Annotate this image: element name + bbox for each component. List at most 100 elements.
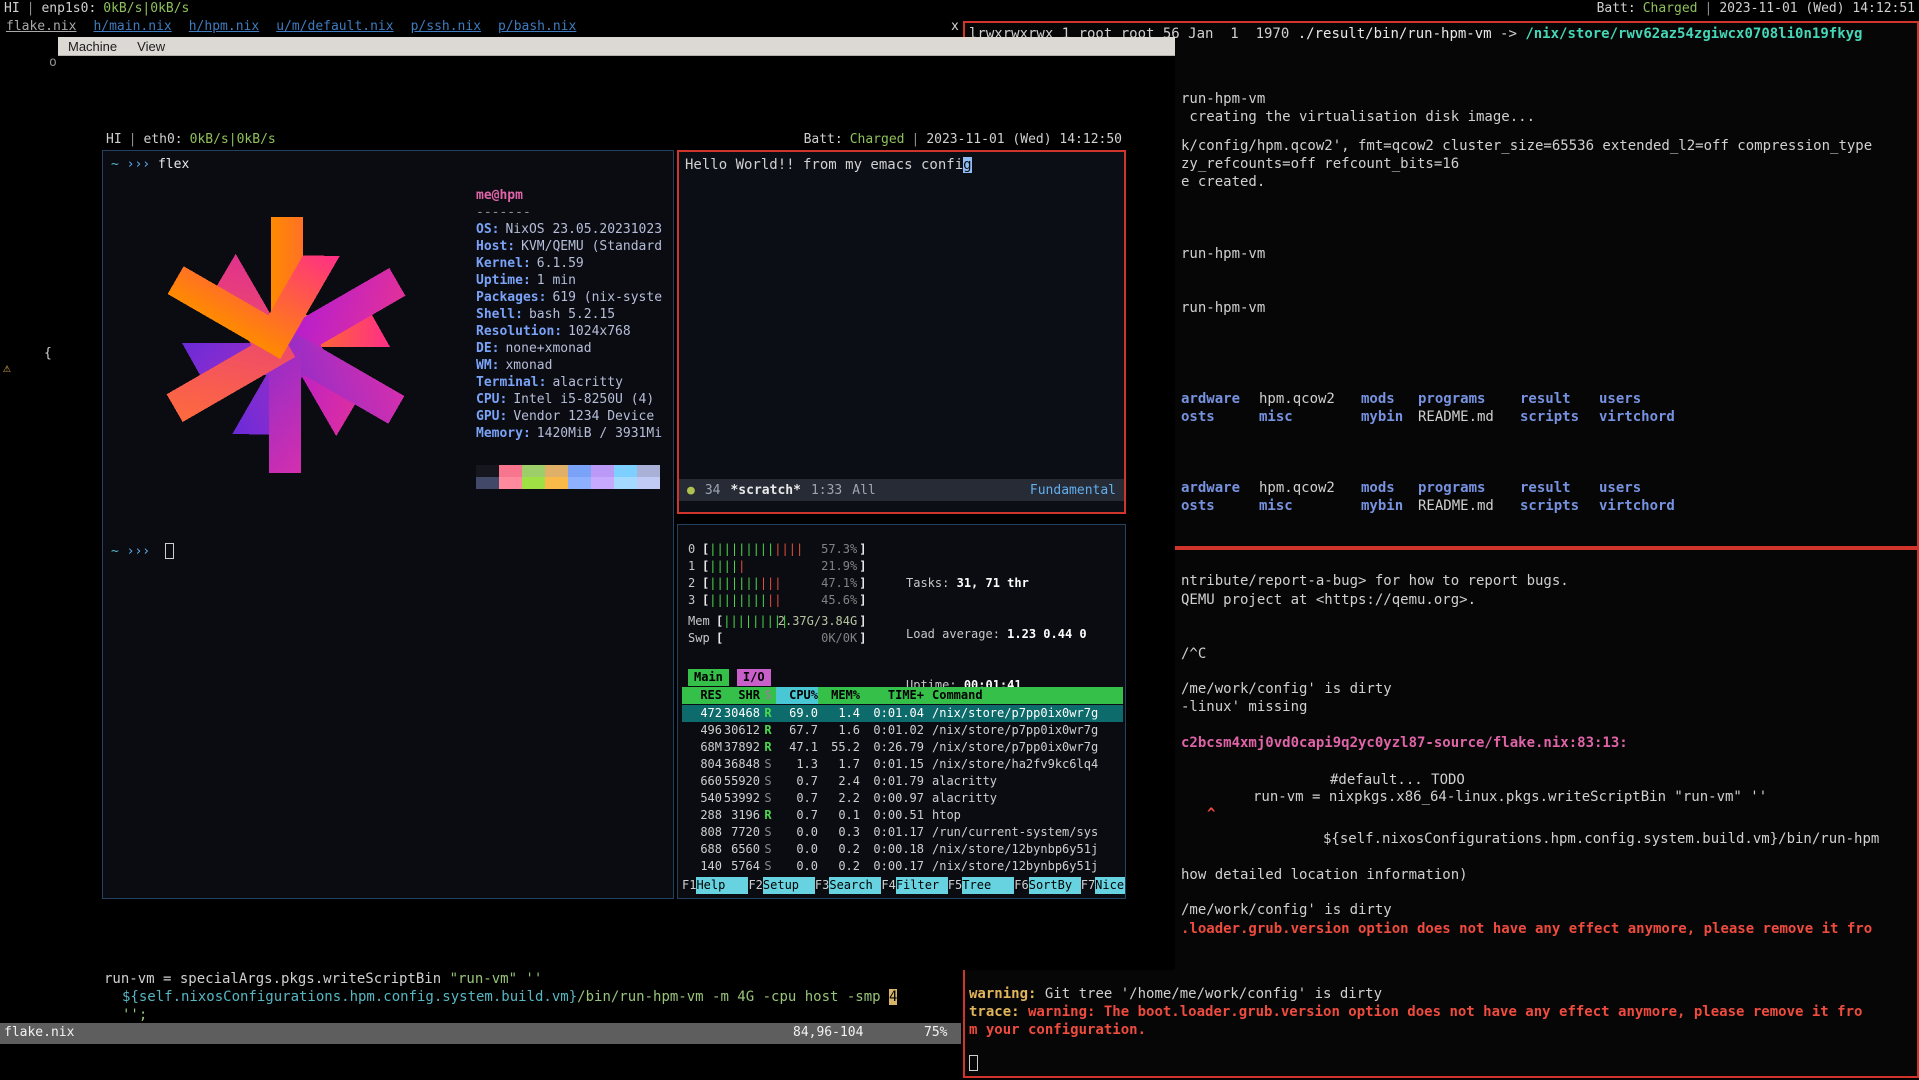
menu-machine[interactable]: Machine [68,39,117,54]
col-shr[interactable]: SHR [722,687,760,704]
col-command[interactable]: Command [932,687,1123,704]
info-gpu: GPU:Vendor 1234 Device [476,408,668,425]
process-row[interactable]: 54053992S0.72.20:00.97alacritty [682,790,1123,807]
interpolation: ${self.nixosConfigurations.hpm.config.sy… [122,989,577,1005]
fkey-help-button[interactable]: Help [696,877,748,894]
tab-ssh-nix[interactable]: p/ssh.nix [411,19,481,34]
tab-default-nix[interactable]: u/m/default.nix [276,19,393,34]
vm-display[interactable]: HI | eth0: 0kB/s|0kB/s Batt: Charged | 2… [102,131,1126,899]
tab-flake-nix[interactable]: flake.nix [6,19,76,34]
terminal-line: zy_refcounts=off refcount_bits=16 [1181,155,1459,173]
string-literal: "run-vm" '' [450,971,543,987]
warning-icon: ⚠ [3,360,11,377]
vm-terminal-window[interactable]: ~ ››› flex me@hpm [102,150,674,899]
fkey-search-button[interactable]: Search [829,877,881,894]
dir-name: virtchord [1599,497,1675,515]
shell-prompt-line: ~ ››› flex [111,156,189,173]
dir-name: ardware [1181,479,1259,497]
string-literal: /bin/run-hpm-vm -m 4G -cpu host -smp [577,989,889,1005]
terminal-line: /me/work/config' is dirty [1181,901,1392,919]
prompt-arrows: ››› [127,157,150,172]
terminal-line: -linux' missing [1181,698,1307,716]
terminal-line: e created. [1181,173,1265,191]
process-row[interactable]: 2883196R0.70.10:00.51htop [682,807,1123,824]
info-wm: WM:xmonad [476,357,668,374]
qemu-window[interactable]: Machine View HI | eth0: 0kB/s|0kB/s Batt… [58,37,1175,970]
modeline-number: 34 [705,483,721,498]
tab-io[interactable]: I/O [737,669,771,686]
process-row[interactable]: 6886560S0.00.20:00.18/nix/store/12bynbp6… [682,841,1123,858]
process-row[interactable]: 66055920S0.72.40:01.79alacritty [682,773,1123,790]
info-terminal: Terminal:alacritty [476,374,668,391]
info-packages: Packages:619 (nix-syste [476,289,668,306]
editor-edge-fragment: o [49,54,57,71]
info-cpu: CPU:Intel i5-8250U (4) [476,391,668,408]
dir-name: scripts [1520,497,1599,515]
fkey-setup-button[interactable]: Setup [763,877,815,894]
fkey-tree-button[interactable]: Tree [962,877,1014,894]
process-row[interactable]: 49630612R67.71.60:01.02/nix/store/p7pp0i… [682,722,1123,739]
menu-view[interactable]: View [137,39,165,54]
dir-name: programs [1418,479,1520,497]
htop-function-keys: F1Help F2Setup F3Search F4Filter F5Tree … [682,877,1126,894]
process-row[interactable]: 1405764S0.00.20:00.17/nix/store/12bynbp6… [682,858,1123,875]
dir-name: result [1520,390,1599,408]
tab-bash-nix[interactable]: p/bash.nix [498,19,576,34]
fkey-filter-button[interactable]: Filter [896,877,948,894]
process-row[interactable]: 8087720S0.00.30:01.17/run/current-system… [682,824,1123,841]
net-rate: 0kB/s|0kB/s [190,132,276,147]
info-resolution: Resolution:1024x768 [476,323,668,340]
process-row[interactable]: 47230468R69.01.40:01.04/nix/store/p7pp0i… [682,705,1123,722]
palette-swatch [522,477,545,489]
tab-main-nix[interactable]: h/main.nix [93,19,171,34]
ls-output-row: ardware hpm.qcow2 mods programs result u… [1181,390,1641,408]
palette-swatch [522,465,545,477]
palette-swatch [476,465,499,477]
modified-indicator: ● [687,483,695,498]
vim-code-line: run-vm = specialArgs.pkgs.writeScriptBin… [104,971,542,987]
ls-output-row: osts misc mybin README.md scripts virtch… [1181,497,1675,515]
symlink-name: ./result/bin/run-hpm-vm [1298,26,1492,42]
qemu-menubar: Machine View [58,37,1175,56]
line-col: 1:33 [811,483,842,498]
warning-text: Git tree '/home/me/work/config' is dirty [1036,986,1382,1002]
col-mem[interactable]: MEM% [818,687,860,704]
typed-command: flex [158,157,189,172]
tab-hpm-nix[interactable]: h/hpm.nix [189,19,259,34]
terminal-line: run-hpm-vm [1181,245,1265,263]
fkey-label: F7 [1081,877,1095,894]
info-os: OS:NixOS 23.05.20231023 [476,221,668,238]
memory-meter: Mem[|||||||||2.37G/3.84G] [688,613,866,630]
fkey-label: F2 [748,877,762,894]
emacs-cursor: g [963,157,971,173]
dir-name: mybin [1361,497,1418,515]
info-kernel: Kernel:6.1.59 [476,255,668,272]
palette-swatch [637,477,660,489]
emacs-window[interactable]: Hello World!! from my emacs config ● 34 … [677,150,1126,514]
fkey-sortby-button[interactable]: SortBy [1029,877,1081,894]
terminal-line: run-hpm-vm [1181,90,1265,108]
htop-window[interactable]: 0[|||||||||||||57.3%] 1[|||||21.9%] 2[||… [677,524,1126,899]
fkey-nice-button[interactable]: Nice [1095,877,1126,894]
col-state[interactable]: S [760,687,776,704]
terminal-line: how detailed location information) [1181,866,1468,884]
tab-main[interactable]: Main [688,669,729,686]
cpu-meter-2: 2[||||||||||47.1%] [688,575,866,592]
separator: | [129,132,137,147]
info-memory: Memory:1420MiB / 3931Mi [476,425,668,442]
palette-swatch [545,465,568,477]
process-row[interactable]: 68M37892R47.155.20:26.79/nix/store/p7pp0… [682,739,1123,756]
info-shell: Shell:bash 5.2.15 [476,306,668,323]
prompt-arrows: ››› [127,544,150,559]
process-row[interactable]: 80436848S1.31.70:01.15/nix/store/ha2fv9k… [682,756,1123,773]
battery-label: Batt: [804,132,843,147]
close-icon[interactable]: x [951,19,959,34]
col-res[interactable]: RES [682,687,722,704]
terminal-line: ${self.nixosConfigurations.hpm.config.sy… [1323,830,1879,848]
iface-label: eth0: [143,132,182,147]
col-time[interactable]: TIME+ [860,687,924,704]
file-name: README.md [1418,408,1520,426]
dir-name: scripts [1520,408,1599,426]
terminal-line: run-hpm-vm [1181,299,1265,317]
col-cpu-sorted[interactable]: CPU% [776,687,818,704]
